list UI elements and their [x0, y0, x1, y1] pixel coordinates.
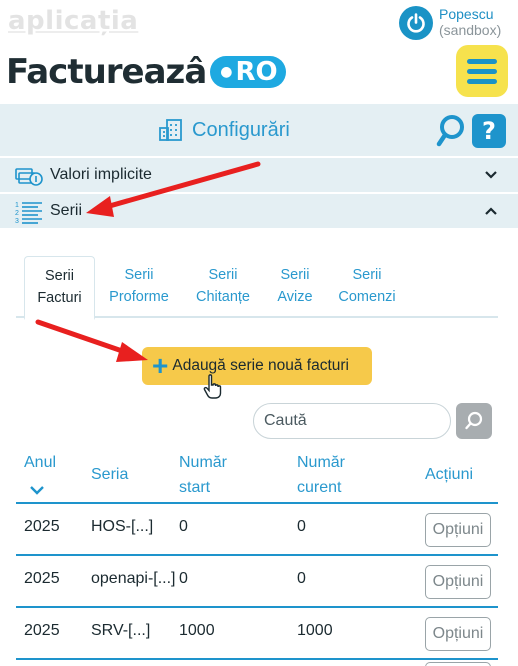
search-icon — [465, 411, 483, 430]
money-coins-icon — [15, 168, 43, 186]
accordion-valori-implicite[interactable]: Valori implicite — [0, 156, 518, 192]
page-title: Configurări — [192, 118, 290, 141]
chevron-down-icon[interactable] — [484, 168, 498, 182]
cell-current: 0 — [297, 518, 306, 535]
user-account[interactable]: Popescu (sandbox) — [399, 6, 501, 40]
sort-down-icon[interactable] — [30, 485, 44, 495]
svg-text:1: 1 — [15, 202, 19, 209]
user-environment: (sandbox) — [439, 22, 502, 38]
chevron-up-icon[interactable] — [484, 204, 498, 218]
cell-series: SRV-[...] — [91, 622, 151, 639]
tab-serii-chitante[interactable]: Serii Chitanțe — [184, 256, 262, 318]
table-row: 2025 HOS-[...] 0 0 Opțiuni — [16, 504, 498, 556]
svg-text:2: 2 — [15, 210, 19, 217]
cell-start: 0 — [179, 518, 188, 535]
app-header: aplicația Factureazâ ● RO Popescu (sandbo… — [0, 0, 518, 104]
facturare-logo[interactable]: Factureazâ ● RO — [6, 52, 286, 92]
hamburger-line — [467, 78, 497, 84]
tab-serii-comenzi[interactable]: Serii Comenzi — [330, 256, 404, 318]
cell-start: 1000 — [179, 622, 215, 639]
search-button[interactable] — [456, 403, 492, 439]
tab-label-line2: Comenzi — [338, 289, 396, 305]
logo-badge-text: RO — [235, 57, 278, 87]
cell-year: 2025 — [24, 518, 60, 535]
table-row: 2025 SRV-[...] 1000 1000 Opțiuni — [16, 608, 498, 660]
options-button[interactable]: Opțiuni — [425, 617, 491, 651]
config-title: Configurări — [158, 118, 290, 142]
header-start-l2: start — [179, 479, 211, 496]
tab-label-line1: Serii — [44, 268, 74, 284]
hamburger-line — [467, 58, 497, 64]
header-series: Seria — [91, 466, 129, 483]
tab-label-line1: Serii — [208, 267, 238, 283]
add-series-label: Adaugă serie nouă facturi — [172, 357, 350, 374]
cell-series: HOS-[...] — [91, 518, 154, 535]
svg-text:3: 3 — [15, 218, 19, 224]
cell-current: 0 — [297, 570, 306, 587]
hamburger-line — [467, 68, 497, 74]
numbered-list-icon: 123 — [15, 202, 42, 224]
header-start-l1: Număr — [179, 454, 228, 471]
accordion-serii[interactable]: 123 Serii — [0, 192, 518, 228]
app-label: aplicația — [8, 6, 139, 36]
tab-label-line1: Serii — [280, 267, 310, 283]
tab-label-line1: Serii — [124, 267, 154, 283]
search-input[interactable] — [253, 403, 451, 439]
header-current-l2: curent — [297, 479, 342, 496]
plus-icon: + — [152, 350, 169, 381]
logo-text: Factureazâ — [6, 52, 207, 92]
cell-year: 2025 — [24, 570, 60, 587]
tab-label-line2: Avize — [277, 289, 313, 305]
search-icon[interactable] — [436, 114, 466, 148]
help-button[interactable]: ? — [472, 114, 506, 148]
options-button[interactable]: Opțiuni — [425, 513, 491, 547]
accordion-label[interactable]: Valori implicite — [50, 166, 152, 184]
arrow-to-add-button — [35, 319, 148, 362]
options-button-partial[interactable] — [425, 662, 491, 666]
logo-badge: ● RO — [210, 56, 286, 88]
cell-start: 0 — [179, 570, 188, 587]
accordion-label[interactable]: Serii — [50, 202, 82, 220]
add-series-button[interactable]: + Adaugă serie nouă facturi — [142, 347, 372, 385]
user-name[interactable]: Popescu — [439, 6, 501, 22]
tab-serii-facturi[interactable]: Serii Facturi — [24, 256, 95, 320]
header-actions: Acțiuni — [425, 466, 474, 483]
header-year[interactable]: Anul — [24, 450, 56, 476]
series-tabs: Serii Facturi Serii Proforme Serii Chita… — [16, 256, 498, 320]
power-icon[interactable] — [399, 6, 433, 40]
table-header: Anul Seria Număr start Număr curent Acți… — [16, 448, 498, 504]
tab-label-line2: Proforme — [109, 289, 169, 305]
tab-label-line2: Chitanțe — [195, 289, 250, 305]
cell-series: openapi-[...] — [91, 570, 176, 587]
buildings-icon — [159, 119, 182, 141]
hamburger-menu-button[interactable] — [456, 45, 508, 97]
tab-label-line1: Serii — [352, 267, 382, 283]
table-row: 2025 openapi-[...] 0 0 Opțiuni — [16, 556, 498, 608]
tab-serii-proforme[interactable]: Serii Proforme — [100, 256, 178, 318]
options-button[interactable]: Opțiuni — [425, 565, 491, 599]
tab-label-line2: Facturi — [37, 290, 82, 306]
tab-serii-avize[interactable]: Serii Avize — [268, 256, 322, 318]
config-bar: Configurări ? — [0, 104, 518, 156]
hand-cursor-icon — [203, 374, 222, 399]
cell-year: 2025 — [24, 622, 60, 639]
header-current-l1: Număr — [297, 454, 346, 471]
cell-current: 1000 — [297, 622, 333, 639]
